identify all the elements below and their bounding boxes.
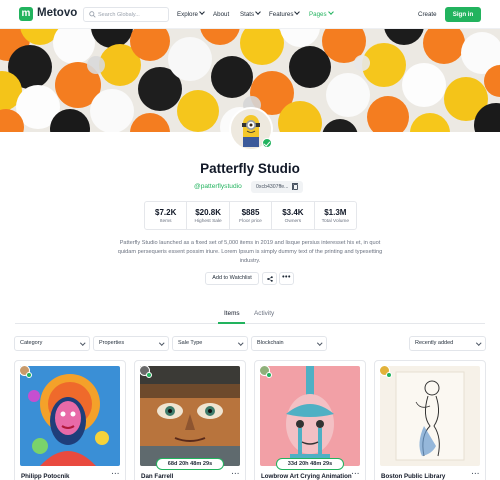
stat-label: Items (159, 219, 172, 224)
nft-title[interactable]: Boston Public Library (381, 473, 445, 480)
stat-value: $20.8K (195, 208, 221, 217)
wallet-address[interactable]: 0xcb4307ffe... (251, 181, 303, 193)
blockchain-dropdown-label: Blockchain (257, 340, 284, 346)
stat-floor-price: $885 Floor price (230, 202, 273, 229)
nft-card[interactable]: 68d 20h 48m 29s Dan Farrell ··· (134, 360, 246, 480)
card-more-icon[interactable]: ··· (112, 471, 121, 478)
chevron-down-icon (199, 9, 205, 15)
chevron-down-icon (158, 339, 164, 345)
nft-title[interactable]: Philipp Potocnik (21, 473, 69, 480)
chevron-down-icon (255, 9, 261, 15)
stat-value: $7.2K (155, 208, 177, 217)
verified-badge-icon (386, 372, 392, 378)
properties-dropdown-label: Properties (99, 340, 125, 346)
nft-image[interactable] (260, 366, 360, 466)
nav-features[interactable]: Features (269, 9, 301, 18)
nav-explore[interactable]: Explore (177, 9, 205, 18)
sale-type-dropdown-label: Sale Type (178, 340, 203, 346)
chevron-down-icon (294, 9, 301, 15)
nav-pages-label: Pages (309, 11, 327, 18)
properties-dropdown[interactable]: Properties (93, 336, 169, 351)
profile-name: Patterfly Studio (200, 161, 300, 176)
verified-badge-icon (146, 372, 152, 378)
verified-badge-icon (26, 372, 32, 378)
wallet-address-text: 0xcb4307ffe... (256, 184, 289, 190)
sort-dropdown-label: Recently added (415, 340, 454, 346)
more-dots-icon: ••• (282, 274, 291, 281)
sketch-figure-artwork (380, 366, 480, 466)
stat-value: $885 (241, 208, 260, 217)
nft-image[interactable] (140, 366, 240, 466)
nft-title[interactable]: Lowbrow Art Crying Animation (261, 473, 352, 480)
share-icon (267, 276, 273, 282)
verified-badge-icon (266, 372, 272, 378)
tab-items[interactable]: Items (224, 310, 240, 317)
nft-image[interactable] (380, 366, 480, 466)
nft-image[interactable] (20, 366, 120, 466)
sign-in-button[interactable]: Sign in (445, 7, 481, 22)
card-more-icon[interactable]: ··· (352, 471, 361, 478)
nav-explore-label: Explore (177, 11, 198, 18)
tabs-divider (15, 323, 485, 324)
nav-about[interactable]: About (213, 11, 229, 18)
create-link[interactable]: Create (418, 11, 437, 18)
category-dropdown-label: Category (20, 340, 43, 346)
stat-value: $1.3M (324, 208, 347, 217)
search-box[interactable] (83, 7, 169, 22)
nav-features-label: Features (269, 11, 294, 18)
more-options-button[interactable]: ••• (279, 272, 294, 285)
nav-stats-label: Stats (240, 11, 255, 18)
stat-label: Floor price (239, 219, 262, 224)
stats-panel: $7.2K Items $20.8K Highest Sale $885 Flo… (144, 201, 357, 230)
top-navbar: m Metovo Explore About Stats Features Pa… (0, 0, 500, 29)
share-button[interactable] (262, 272, 277, 285)
nft-title[interactable]: Dan Farrell (141, 473, 173, 480)
nft-card[interactable]: Boston Public Library ··· (374, 360, 486, 480)
nft-card[interactable]: 33d 20h 48m 29s Lowbrow Art Crying Anima… (254, 360, 366, 480)
chevron-down-icon (237, 339, 243, 345)
chevron-down-icon (327, 9, 334, 15)
category-dropdown[interactable]: Category (14, 336, 90, 351)
sort-dropdown[interactable]: Recently added (409, 336, 486, 351)
profile-description: Patterfly Studio launched as a fixed set… (117, 240, 383, 264)
chevron-down-icon (79, 339, 85, 345)
search-icon (89, 11, 96, 18)
crying-head-artwork (260, 366, 360, 466)
active-tab-indicator (218, 322, 245, 324)
verified-badge-icon (262, 138, 272, 148)
auction-countdown: 68d 20h 48m 29s (156, 458, 224, 470)
nav-about-label: About (213, 11, 230, 18)
sale-type-dropdown[interactable]: Sale Type (172, 336, 248, 351)
nav-stats[interactable]: Stats (240, 9, 261, 18)
chevron-down-icon (316, 339, 322, 345)
card-more-icon[interactable]: ··· (232, 471, 241, 478)
stat-owners: $3.4K Owners (272, 202, 315, 229)
chevron-down-icon (475, 339, 481, 345)
stat-value: $3.4K (282, 208, 304, 217)
face-artwork (140, 366, 240, 466)
search-input[interactable] (98, 9, 166, 20)
portrait-artwork (20, 366, 120, 466)
stat-items: $7.2K Items (145, 202, 188, 229)
copy-icon[interactable] (291, 182, 298, 190)
nft-card[interactable]: Philipp Potocnik ··· (14, 360, 126, 480)
tab-activity[interactable]: Activity (254, 310, 274, 317)
stat-highest-sale: $20.8K Highest Sale (187, 202, 230, 229)
blockchain-dropdown[interactable]: Blockchain (251, 336, 327, 351)
stat-label: Owners (284, 219, 302, 224)
profile-handle[interactable]: @patterflystudio (194, 183, 242, 190)
add-to-watchlist-button[interactable]: Add to Watchlist (205, 272, 259, 285)
card-more-icon[interactable]: ··· (472, 471, 481, 478)
logo-icon[interactable]: m (19, 7, 33, 21)
stat-total-volume: $1.3M Total Volume (315, 202, 356, 229)
nav-pages[interactable]: Pages (309, 9, 334, 18)
logo-text[interactable]: Metovo (37, 7, 77, 19)
stat-label: Total Volume (321, 219, 350, 224)
stat-label: Highest Sale (194, 219, 222, 224)
auction-countdown: 33d 20h 48m 29s (276, 458, 344, 470)
